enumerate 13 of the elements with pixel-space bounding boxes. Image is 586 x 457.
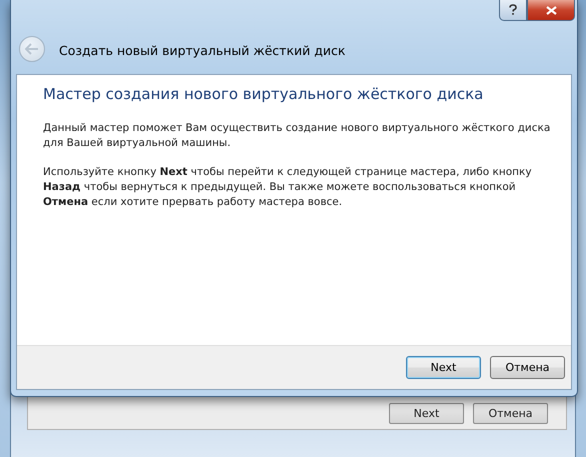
question-mark-icon [509, 4, 517, 16]
background-button[interactable]: Next [389, 402, 464, 424]
dialog-button[interactable]: Next [406, 356, 481, 379]
close-button[interactable] [527, 0, 575, 21]
description-text: Данный мастер поможет Вам осуществить создание нового виртуального жёсткого диска для Вашей виртуальной машины. [43, 121, 551, 151]
close-icon [546, 6, 556, 14]
dialog-title: Создать новый виртуальный жёсткий диск [59, 43, 346, 60]
background-button[interactable]: Отмена [473, 402, 548, 424]
dialog-button[interactable]: Отмена [490, 356, 565, 379]
description-text: Используйте кнопку Next чтобы перейти к следующей странице мастера, либо кнопку Назад чтобы вернуться к предыдущей. Вы также можете воспользоваться кнопкой Отмена если хотите прервать работу мастера вовсе. [43, 165, 533, 210]
left-arrow-icon [25, 43, 39, 55]
help-button[interactable] [499, 0, 527, 21]
wizard-heading: Мастер создания нового виртуального жёсткого диска [43, 85, 484, 103]
